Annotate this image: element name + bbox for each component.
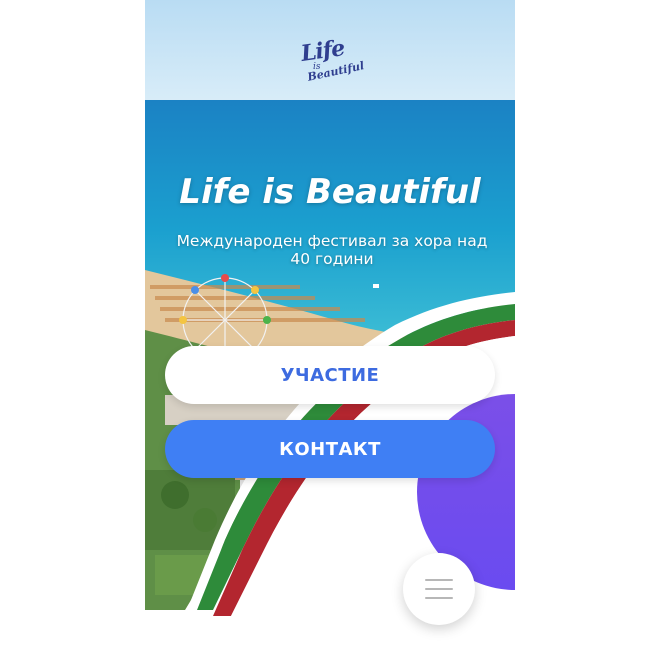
hamburger-menu-icon-line xyxy=(425,597,453,599)
hero-subtitle: Международен фестивал за хора над 40 год… xyxy=(176,232,488,268)
mobile-page: Life is Beautiful Life is Beautiful Межд… xyxy=(145,0,515,656)
hero-background xyxy=(145,0,515,656)
participation-button[interactable]: УЧАСТИЕ xyxy=(165,346,495,404)
hero-title: Life is Beautiful xyxy=(179,172,481,212)
hamburger-menu-icon-line xyxy=(425,588,453,590)
contact-button[interactable]: КОНТАКТ xyxy=(165,420,495,478)
logo-text-life: Life xyxy=(299,35,346,67)
hamburger-menu-icon xyxy=(425,579,453,581)
hamburger-menu-button[interactable] xyxy=(403,553,475,625)
festival-logo[interactable]: Life is Beautiful xyxy=(295,35,365,88)
